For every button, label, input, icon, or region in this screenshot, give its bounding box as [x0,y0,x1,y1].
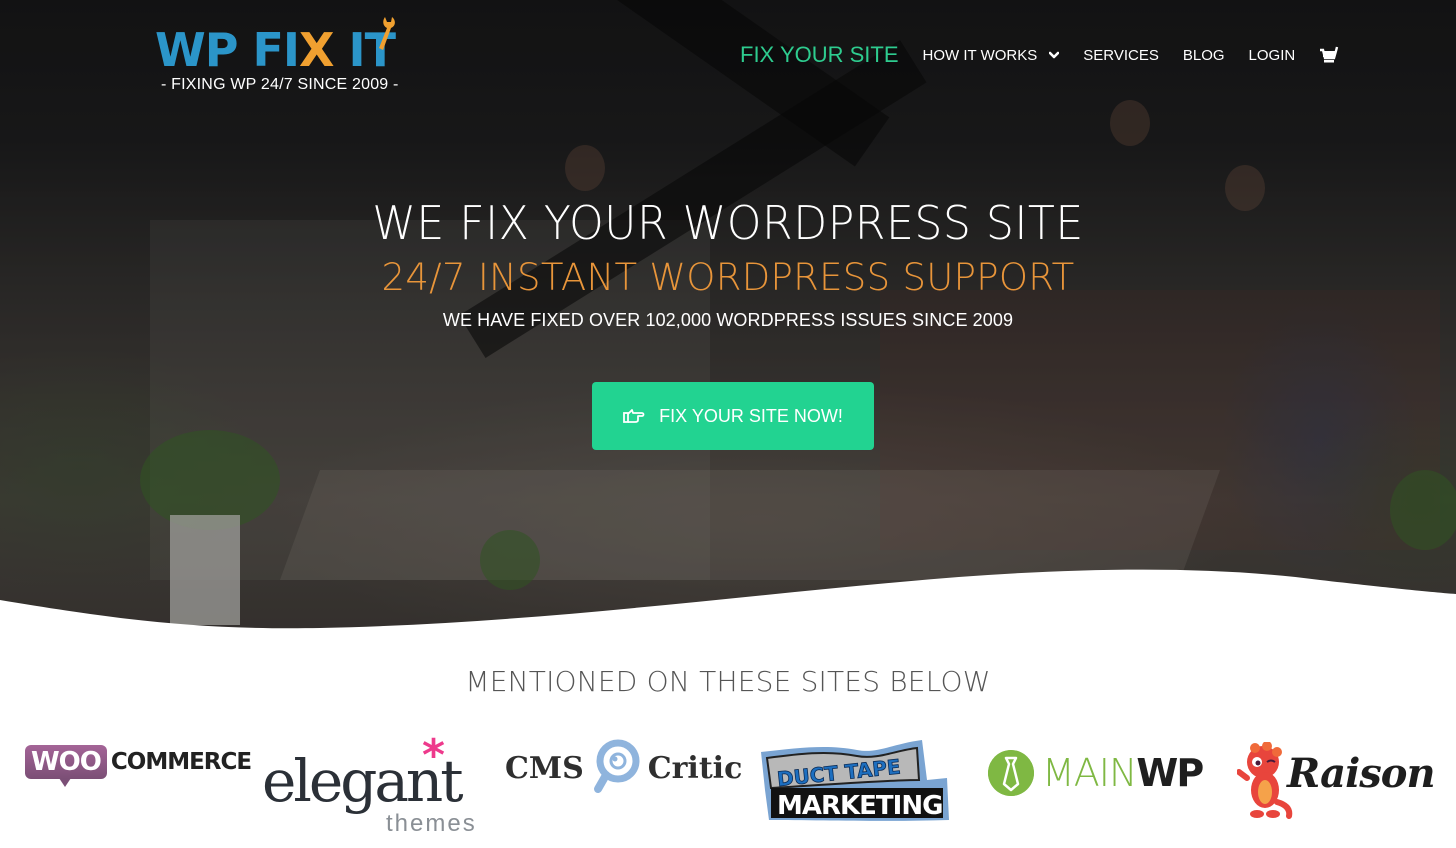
cart-icon[interactable] [1319,45,1339,65]
tie-icon [988,750,1034,796]
nav-fix-your-site[interactable]: FIX YOUR SITE [740,42,899,68]
nav-blog[interactable]: BLOG [1183,47,1225,64]
elegant-text: elegant [262,747,464,815]
woo-commerce-text: COMMERCE [110,749,252,775]
raison-text: Raison [1287,750,1436,797]
cta-label: FIX YOUR SITE NOW! [659,405,843,426]
hand-pointing-right-icon [623,409,645,423]
hero-tagline: WE HAVE FIXED OVER 102,000 WORDPRESS ISS… [442,310,1014,330]
woocommerce-logo[interactable]: WOO COMMERCE [25,742,252,787]
nav-services[interactable]: SERVICES [1083,47,1159,64]
logo-tagline: - FIXING WP 24/7 SINCE 2009 - [161,76,399,93]
cms-text: CMS [505,750,584,786]
main-nav: FIX YOUR SITE HOW IT WORKS SERVICES BLOG… [740,40,1339,70]
raison-logo[interactable]: Raison [1237,742,1437,822]
elegant-themes-logo[interactable]: * elegant themes [262,730,482,838]
logo-title: WP FIX IT [155,23,396,77]
magnifying-glass-icon [593,739,640,793]
page: WP FIX IT - FIXING WP 24/7 SINCE 2009 - … [0,0,1456,848]
mainwp-wp-text: WP [1136,751,1204,795]
woo-bubble: WOO [25,745,107,787]
site-logo[interactable]: WP FIX IT - FIXING WP 24/7 SINCE 2009 - [155,17,405,102]
hero-subheadline: 24/7 INSTANT WORDPRESS SUPPORT [381,256,1075,299]
duct-tape-marketing-logo[interactable]: DUCT TAPE MARKETING [757,740,952,825]
critic-text: Critic [647,750,743,786]
mainwp-logo[interactable]: MAIN WP [988,748,1204,798]
wrench-icon [379,17,395,50]
chevron-down-icon [1049,51,1060,59]
dragon-mascot-icon [1237,742,1293,819]
mentions-title: MENTIONED ON THESE SITES BELOW [465,665,991,698]
marketing-text: MARKETING [777,791,942,821]
cms-critic-logo[interactable]: CMS Critic [505,738,742,798]
mainwp-main-text: MAIN [1042,751,1137,795]
nav-login[interactable]: LOGIN [1249,47,1296,64]
fix-your-site-now-button[interactable]: FIX YOUR SITE NOW! [592,382,874,450]
hero-wave-divider [0,569,1456,650]
hero-headline: WE FIX YOUR WORDPRESS SITE [372,196,1084,250]
nav-how-it-works[interactable]: HOW IT WORKS [923,47,1060,64]
nav-how-it-works-label: HOW IT WORKS [922,46,1038,64]
themes-text: themes [386,810,477,837]
